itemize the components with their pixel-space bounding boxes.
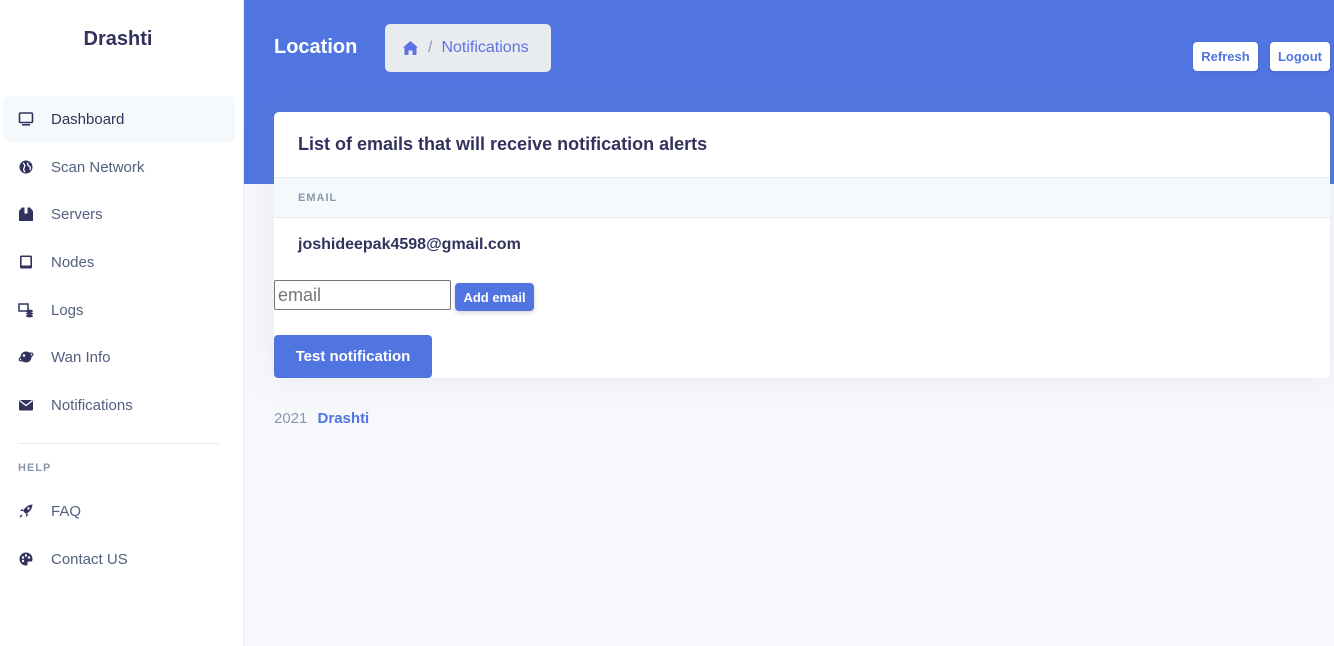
sidebar-item-nodes[interactable]: Nodes (3, 239, 235, 285)
table-row: joshideepak4598@gmail.com (298, 236, 521, 253)
sidebar-item-dashboard[interactable]: Dashboard (3, 96, 235, 142)
sidebar-item-logs[interactable]: Logs (3, 287, 235, 333)
sidebar-item-label: FAQ (51, 502, 82, 520)
help-heading: HELP (18, 462, 52, 474)
palette-icon (18, 551, 34, 567)
sidebar-item-wan-info[interactable]: Wan Info (3, 334, 235, 380)
monitor-icon (18, 111, 34, 127)
planet-icon (18, 349, 34, 365)
card-title: List of emails that will receive notific… (298, 134, 708, 154)
footer: 2021 Drashti (274, 410, 369, 427)
sidebar-item-contact-us[interactable]: Contact US (3, 536, 235, 582)
sidebar-item-label: Dashboard (51, 110, 125, 128)
sidebar-item-label: Wan Info (51, 348, 111, 366)
sidebar-item-label: Logs (51, 301, 84, 319)
table-header: EMAIL (274, 177, 1330, 218)
sidebar-divider (18, 443, 219, 444)
sidebar-item-label: Scan Network (51, 158, 145, 176)
sidebar-item-label: Notifications (51, 396, 133, 414)
refresh-button[interactable]: Refresh (1193, 42, 1258, 71)
breadcrumb-current[interactable]: Notifications (441, 39, 528, 57)
sidebar-item-label: Servers (51, 205, 103, 223)
test-notification-button[interactable]: Test notification (274, 335, 432, 378)
rocket-icon (18, 503, 34, 519)
sidebar-item-notifications[interactable]: Notifications (3, 382, 235, 428)
brand-logo[interactable]: Drashti (0, 28, 236, 51)
sidebar-item-faq[interactable]: FAQ (3, 488, 235, 534)
footer-year: 2021 (274, 410, 308, 427)
breadcrumb: / Notifications (385, 24, 551, 72)
logs-icon (18, 302, 34, 318)
sidebar-item-label: Nodes (51, 253, 95, 271)
tablet-icon (18, 254, 34, 270)
sidebar-item-scan-network[interactable]: Scan Network (3, 144, 235, 190)
envelope-icon (18, 397, 34, 413)
sidebar-item-label: Contact US (51, 550, 128, 568)
globe-icon (18, 159, 34, 175)
add-email-button[interactable]: Add email (455, 283, 534, 311)
home-icon[interactable] (402, 40, 419, 56)
footer-link[interactable]: Drashti (318, 410, 370, 427)
sidebar-item-servers[interactable]: Servers (3, 191, 235, 237)
logout-button[interactable]: Logout (1270, 42, 1330, 71)
email-input[interactable] (274, 280, 451, 310)
sidebar: Drashti Dashboard Scan Network Servers N… (0, 0, 244, 646)
breadcrumb-separator: / (428, 39, 433, 56)
column-header-email: EMAIL (298, 191, 338, 204)
notification-emails-card: List of emails that will receive notific… (274, 112, 1330, 378)
page-title: Location (274, 36, 358, 58)
box-icon (18, 206, 34, 222)
